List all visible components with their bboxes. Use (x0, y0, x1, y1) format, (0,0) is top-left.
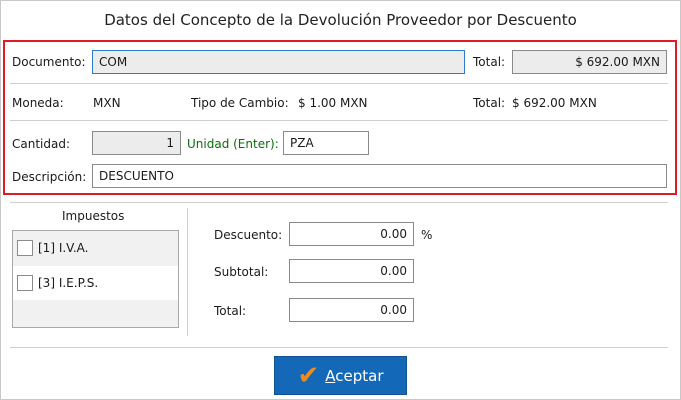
aceptar-button[interactable]: ✔ Aceptar (274, 356, 407, 395)
cantidad-field[interactable]: 1 (92, 131, 181, 155)
documento-field[interactable]: COM (92, 50, 465, 74)
moneda-label: Moneda: (12, 96, 64, 110)
unidad-label: Unidad (Enter): (187, 137, 279, 151)
divider (10, 202, 668, 203)
vertical-divider (187, 208, 188, 336)
impuestos-title: Impuestos (62, 209, 125, 223)
descuento-label: Descuento: (214, 228, 283, 242)
ieps-name: I.E.P.S. (58, 276, 99, 290)
tipo-cambio-value: $ 1.00 MXN (298, 96, 368, 110)
ieps-code: [3] (38, 276, 55, 290)
subtotal-field: 0.00 (289, 259, 414, 283)
impuestos-list: [1] I.V.A. [3] I.E.P.S. (12, 230, 179, 328)
dialog-title: Datos del Concepto de la Devolución Prov… (104, 11, 577, 29)
tipo-cambio-label: Tipo de Cambio: (191, 96, 289, 110)
total-bottom-field: 0.00 (289, 298, 414, 322)
total-info-label: Total: (473, 96, 506, 110)
total-bottom-label: Total: (214, 304, 247, 318)
cantidad-label: Cantidad: (12, 137, 71, 151)
divider (10, 120, 668, 121)
divider (10, 83, 668, 84)
descripcion-field[interactable]: DESCUENTO (92, 164, 667, 188)
documento-label: Documento: (12, 55, 86, 69)
total-top-label: Total: (473, 55, 506, 69)
checkmark-icon: ✔ (297, 360, 320, 391)
iva-checkbox[interactable] (17, 240, 33, 256)
impuesto-item-ieps[interactable]: [3] I.E.P.S. (13, 266, 178, 300)
moneda-value: MXN (93, 96, 121, 110)
iva-code: [1] (38, 241, 55, 255)
divider (10, 347, 668, 348)
aceptar-label: Aceptar (325, 366, 384, 385)
total-top-field: $ 692.00 MXN (512, 50, 667, 74)
descuento-field[interactable]: 0.00 (289, 222, 414, 246)
impuesto-item-iva[interactable]: [1] I.V.A. (13, 231, 178, 265)
subtotal-label: Subtotal: (214, 265, 269, 279)
descripcion-label: Descripción: (12, 170, 87, 184)
iva-name: I.V.A. (58, 241, 89, 255)
total-info-value: $ 692.00 MXN (512, 96, 597, 110)
percent-sign: % (421, 228, 433, 242)
unidad-field[interactable]: PZA (283, 131, 369, 155)
ieps-checkbox[interactable] (17, 275, 33, 291)
